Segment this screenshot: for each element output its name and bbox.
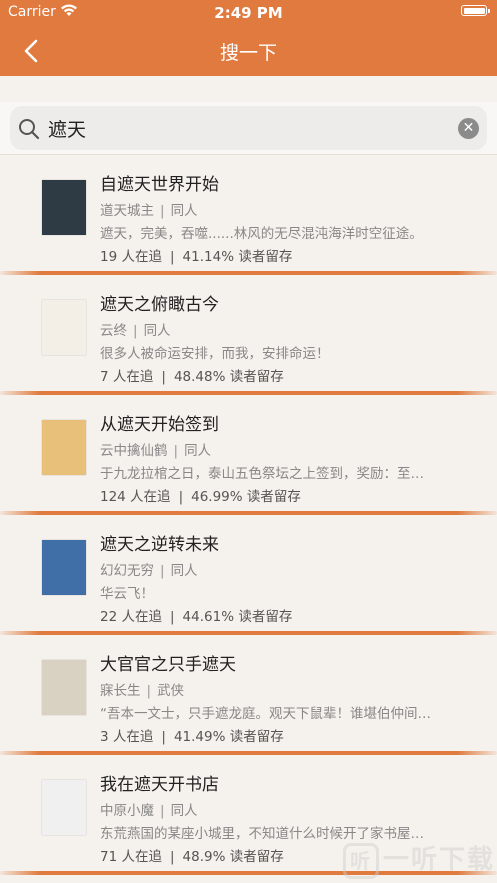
book-followers: 22 人在追 bbox=[100, 609, 162, 625]
header-spacer bbox=[0, 76, 497, 102]
search-icon bbox=[19, 119, 40, 140]
book-cover[interactable] bbox=[42, 180, 86, 235]
book-author: 幻幻无穷 bbox=[100, 563, 154, 579]
book-retention: 44.61% 读者留存 bbox=[182, 609, 293, 625]
book-meta: 中原小魔 | 同人 bbox=[100, 803, 198, 819]
book-author: 道天城主 bbox=[100, 203, 154, 219]
search-bar: ✕ bbox=[0, 102, 497, 155]
book-retention: 48.9% 读者留存 bbox=[182, 849, 284, 865]
book-title: 自遮天世界开始 bbox=[100, 175, 219, 195]
clear-icon[interactable]: ✕ bbox=[458, 118, 479, 139]
watermark: 听一听下载 bbox=[335, 839, 495, 879]
book-title: 从遮天开始签到 bbox=[100, 415, 219, 435]
watermark-logo: 听 bbox=[342, 842, 379, 879]
book-author: 云终 bbox=[100, 323, 127, 339]
book-stats: 3 人在追 | 41.49% 读者留存 bbox=[100, 729, 284, 745]
search-box[interactable]: ✕ bbox=[10, 106, 487, 150]
book-category: 同人 bbox=[170, 803, 198, 819]
status-time: 2:49 PM bbox=[214, 4, 283, 22]
book-retention: 41.49% 读者留存 bbox=[173, 729, 284, 745]
book-stats: 124 人在追 | 46.99% 读者留存 bbox=[100, 489, 301, 505]
book-category: 同人 bbox=[170, 563, 198, 579]
book-item[interactable]: 自遮天世界开始 道天城主 | 同人 遮天，完美，吞噬......林风的无尽混沌海洋时… bbox=[0, 155, 497, 275]
book-description: 很多人被命运安排，而我，安排命运！ bbox=[100, 346, 330, 362]
page-title: 搜一下 bbox=[219, 42, 277, 64]
book-meta: 云终 | 同人 bbox=[100, 323, 171, 339]
book-meta: 幻幻无穷 | 同人 bbox=[100, 563, 198, 579]
book-category: 同人 bbox=[170, 203, 198, 219]
book-cover[interactable] bbox=[42, 540, 86, 595]
book-cover[interactable] bbox=[42, 780, 86, 835]
book-list: 自遮天世界开始 道天城主 | 同人 遮天，完美，吞噬......林风的无尽混沌海洋时… bbox=[0, 155, 497, 875]
book-cover[interactable] bbox=[42, 420, 86, 475]
book-item[interactable]: 从遮天开始签到 云中擒仙鹤 | 同人 于九龙拉棺之日，泰山五色祭坛之上签到，奖励：至… bbox=[0, 395, 497, 515]
book-author: 中原小魔 bbox=[100, 803, 154, 819]
nav-header: Carrier 2:49 PM 搜一下 bbox=[0, 0, 497, 76]
book-item[interactable]: 遮天之逆转未来 幻幻无穷 | 同人 华云飞！ 22 人在追 | 44.61% 读者留存 bbox=[0, 515, 497, 635]
book-meta: 云中擒仙鹤 | 同人 bbox=[100, 443, 212, 459]
book-stats: 22 人在追 | 44.61% 读者留存 bbox=[100, 609, 293, 625]
book-retention: 41.14% 读者留存 bbox=[182, 249, 293, 265]
book-stats: 7 人在追 | 48.48% 读者留存 bbox=[100, 369, 284, 385]
book-description: 于九龙拉棺之日，泰山五色祭坛之上签到，奖励：至… bbox=[100, 466, 424, 482]
book-author: 云中擒仙鹤 bbox=[100, 443, 168, 459]
book-description: 遮天，完美，吞噬......林风的无尽混沌海洋时空征途。 bbox=[100, 226, 423, 242]
battery-icon bbox=[461, 5, 490, 16]
book-followers: 3 人在追 bbox=[100, 729, 154, 745]
book-retention: 46.99% 读者留存 bbox=[191, 489, 301, 505]
book-followers: 124 人在追 bbox=[100, 489, 171, 505]
book-followers: 19 人在追 bbox=[100, 249, 162, 265]
book-title: 大官官之只手遮天 bbox=[100, 655, 236, 675]
book-cover[interactable] bbox=[42, 660, 86, 715]
status-bar: Carrier 2:49 PM bbox=[0, 0, 497, 26]
book-cover[interactable] bbox=[42, 300, 86, 355]
book-author: 寐长生 bbox=[100, 683, 141, 699]
watermark-text: 一听下载 bbox=[382, 845, 495, 875]
book-stats: 19 人在追 | 41.14% 读者留存 bbox=[100, 249, 293, 265]
book-meta: 寐长生 | 武侠 bbox=[100, 683, 185, 699]
book-meta: 道天城主 | 同人 bbox=[100, 203, 198, 219]
book-category: 同人 bbox=[143, 323, 171, 339]
book-category: 武侠 bbox=[157, 683, 185, 699]
book-category: 同人 bbox=[184, 443, 212, 459]
book-followers: 7 人在追 bbox=[100, 369, 154, 385]
book-stats: 71 人在追 | 48.9% 读者留存 bbox=[100, 849, 284, 865]
book-title: 遮天之俯瞰古今 bbox=[100, 295, 219, 315]
book-retention: 48.48% 读者留存 bbox=[173, 369, 284, 385]
book-followers: 71 人在追 bbox=[100, 849, 162, 865]
book-description: “吾本一文士，只手遮龙庭。观天下鼠辈！谁堪伯仲间… bbox=[100, 706, 431, 722]
book-description: 华云飞！ bbox=[100, 586, 154, 602]
book-item[interactable]: 遮天之俯瞰古今 云终 | 同人 很多人被命运安排，而我，安排命运！ 7 人在追 | 48… bbox=[0, 275, 497, 395]
book-title: 我在遮天开书店 bbox=[100, 775, 219, 795]
book-item[interactable]: 大官官之只手遮天 寐长生 | 武侠 “吾本一文士，只手遮龙庭。观天下鼠辈！谁堪伯仲间… bbox=[0, 635, 497, 755]
book-title: 遮天之逆转未来 bbox=[100, 535, 219, 555]
search-input[interactable] bbox=[48, 113, 448, 143]
